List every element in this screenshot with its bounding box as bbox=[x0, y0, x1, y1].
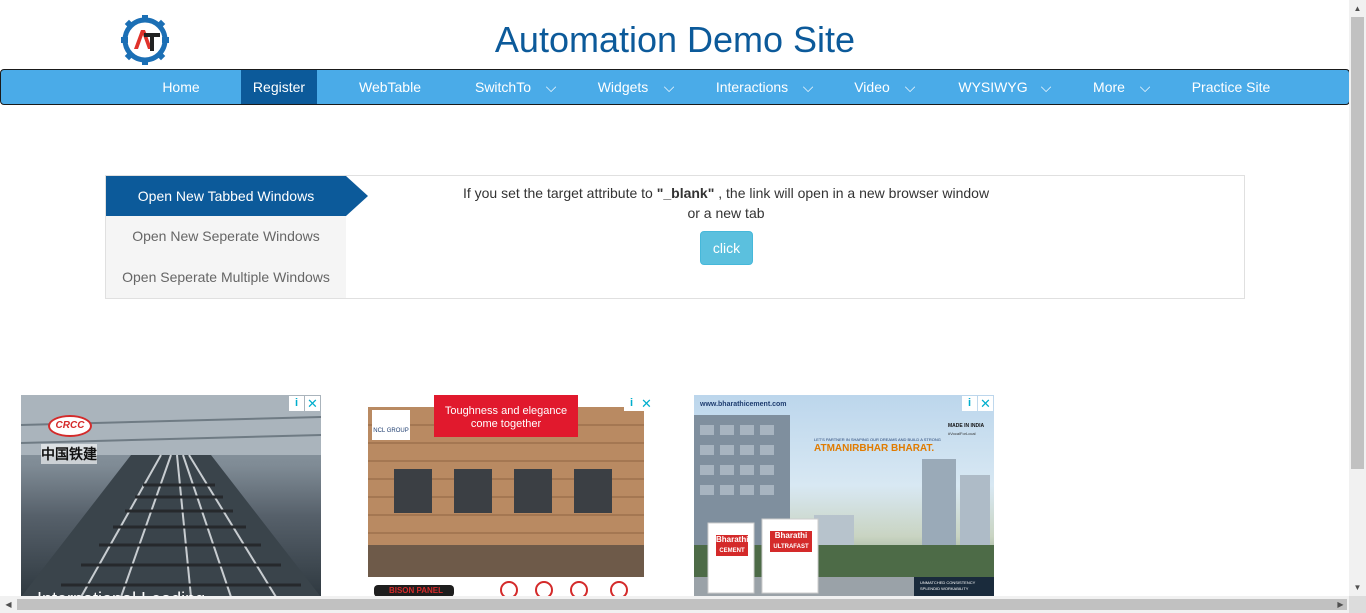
scrollbar-corner bbox=[1349, 596, 1366, 613]
description-text-end: , the link will open in a new browser wi… bbox=[714, 185, 990, 201]
chevron-down-icon[interactable]: ⌵ bbox=[798, 70, 818, 104]
description-line-two: or a new tab bbox=[687, 205, 765, 221]
ad-url: www.bharathicement.com bbox=[700, 401, 787, 408]
main-navbar: Home Register WebTable SwitchTo ⌵ Widget… bbox=[0, 69, 1350, 105]
nav-wysiwyg[interactable]: WYSIWYG bbox=[943, 70, 1043, 104]
product-bag-1-name: Bharathi bbox=[716, 535, 749, 544]
description-target-value: "_blank" bbox=[656, 185, 715, 201]
product-bag-1-sub: CEMENT bbox=[719, 548, 745, 554]
ad-info-icon[interactable]: i bbox=[624, 396, 639, 411]
nav-practice-site[interactable]: Practice Site bbox=[1176, 70, 1286, 104]
nav-wysiwyg-label: WYSIWYG bbox=[958, 79, 1028, 95]
ad-banner-railway[interactable]: CRCC 中国铁建 International Leading... i ✕ bbox=[21, 395, 321, 597]
nav-video[interactable]: Video bbox=[839, 70, 905, 104]
ncl-logo: NCL GROUP bbox=[372, 410, 410, 440]
ad-close-icon[interactable]: ✕ bbox=[639, 396, 654, 411]
ad-info-icon[interactable]: i bbox=[962, 396, 977, 411]
nav-more-label: More bbox=[1093, 79, 1125, 95]
nav-widgets[interactable]: Widgets bbox=[585, 70, 661, 104]
scroll-right-arrow-icon[interactable]: ▶ bbox=[1332, 596, 1349, 613]
nav-interactions[interactable]: Interactions bbox=[701, 70, 803, 104]
active-tab-arrow bbox=[346, 176, 368, 216]
ad-slogan: ATMANIRBHAR BHARAT. bbox=[814, 443, 935, 454]
ad-close-icon[interactable]: ✕ bbox=[978, 396, 993, 411]
nav-register[interactable]: Register bbox=[241, 70, 317, 104]
tab-open-seperate-multiple-windows[interactable]: Open Seperate Multiple Windows bbox=[106, 257, 346, 297]
crcc-logo: CRCC bbox=[48, 415, 92, 437]
chevron-down-icon[interactable]: ⌵ bbox=[1135, 70, 1155, 104]
page: Automation Demo Site Home Register WebTa… bbox=[0, 0, 1366, 613]
nav-video-label: Video bbox=[854, 79, 890, 95]
chevron-down-icon[interactable]: ⌵ bbox=[1036, 70, 1056, 104]
ad-footer-text: UNMATCHED CONSISTENCY SPLENDID WORKABILI… bbox=[920, 580, 976, 591]
scroll-down-arrow-icon[interactable]: ▼ bbox=[1349, 579, 1366, 596]
ad-banner-bharathi-cement[interactable]: www.bharathicement.com LET'S PARTNER IN … bbox=[694, 395, 994, 597]
made-in-india-badge: MADE IN INDIA bbox=[948, 423, 985, 429]
product-bag-2: Bharathi ULTRAFAST bbox=[770, 531, 812, 552]
tab-open-new-tabbed-windows[interactable]: Open New Tabbed Windows bbox=[106, 176, 346, 216]
ad-tagline: LET'S PARTNER IN SHAPING OUR DREAMS AND … bbox=[814, 437, 941, 442]
click-button[interactable]: click bbox=[700, 231, 753, 265]
product-bag-1: Bharathi CEMENT bbox=[716, 535, 748, 556]
vocal-for-local-tag: #VocalForLocal bbox=[948, 431, 976, 436]
ad-headline: Toughness and elegance come together bbox=[434, 395, 578, 437]
vertical-scroll-thumb[interactable] bbox=[1351, 17, 1364, 469]
nav-home[interactable]: Home bbox=[142, 70, 220, 104]
scroll-left-arrow-icon[interactable]: ◀ bbox=[0, 596, 17, 613]
windows-panel: Open New Tabbed Windows Open New Seperat… bbox=[105, 175, 1245, 299]
horizontal-scroll-thumb[interactable] bbox=[17, 599, 1347, 610]
chevron-down-icon[interactable]: ⌵ bbox=[659, 70, 679, 104]
chevron-down-icon[interactable]: ⌵ bbox=[541, 70, 561, 104]
description-text-start: If you set the target attribute to bbox=[462, 185, 657, 201]
scroll-up-arrow-icon[interactable]: ▲ bbox=[1349, 0, 1366, 17]
nav-webtable[interactable]: WebTable bbox=[341, 70, 439, 104]
product-bag-2-sub: ULTRAFAST bbox=[773, 544, 809, 550]
window-tabs: Open New Tabbed Windows Open New Seperat… bbox=[106, 176, 368, 298]
nav-switchto[interactable]: SwitchTo bbox=[465, 70, 541, 104]
nav-switchto-label: SwitchTo bbox=[474, 79, 532, 95]
crcc-chinese-name: 中国铁建 bbox=[41, 444, 97, 464]
ad-info-icon[interactable]: i bbox=[289, 396, 304, 411]
product-bag-2-name: Bharathi bbox=[774, 531, 808, 540]
ad-close-icon[interactable]: ✕ bbox=[305, 396, 320, 411]
chevron-down-icon[interactable]: ⌵ bbox=[900, 70, 920, 104]
ad-headline-line1: Toughness and elegance bbox=[444, 405, 568, 417]
tab-description: If you set the target attribute to "_bla… bbox=[456, 183, 996, 223]
tab-open-new-seperate-windows[interactable]: Open New Seperate Windows bbox=[106, 216, 346, 256]
nav-widgets-label: Widgets bbox=[597, 79, 649, 95]
ad-banner-ncl[interactable]: NCL GROUP Toughness and elegance come to… bbox=[354, 395, 654, 597]
ad-headline-line2: come together bbox=[470, 418, 542, 430]
site-title: Automation Demo Site bbox=[494, 19, 856, 60]
nav-interactions-label: Interactions bbox=[715, 79, 789, 95]
nav-more[interactable]: More bbox=[1081, 70, 1137, 104]
